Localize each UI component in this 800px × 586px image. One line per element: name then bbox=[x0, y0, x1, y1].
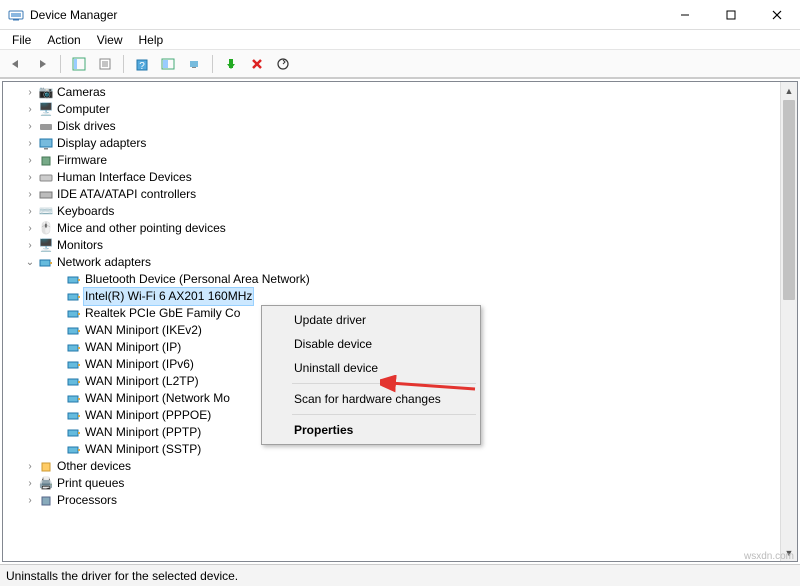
network-adapter-icon bbox=[65, 274, 83, 286]
watermark: wsxdn.com bbox=[744, 551, 794, 562]
network-adapter-icon bbox=[65, 376, 83, 388]
toolbar-separator bbox=[123, 55, 124, 73]
display-adapter-icon bbox=[37, 138, 55, 150]
expand-icon[interactable]: › bbox=[23, 220, 37, 237]
tree-node-other-devices[interactable]: › Other devices bbox=[7, 458, 797, 475]
network-adapter-icon bbox=[65, 393, 83, 405]
tree-node-firmware[interactable]: › Firmware bbox=[7, 152, 797, 169]
tree-node-print-queues[interactable]: › 🖨️ Print queues bbox=[7, 475, 797, 492]
tree-node-monitors[interactable]: › 🖥️ Monitors bbox=[7, 237, 797, 254]
toolbar-separator bbox=[60, 55, 61, 73]
vertical-scrollbar[interactable]: ▲ ▼ bbox=[780, 82, 797, 561]
tree-node-cameras[interactable]: › 📷 Cameras bbox=[7, 84, 797, 101]
context-separator bbox=[292, 383, 476, 384]
computer-icon: 🖥️ bbox=[37, 101, 55, 118]
toolbar-back-button[interactable] bbox=[4, 53, 28, 75]
network-adapter-icon bbox=[65, 342, 83, 354]
context-scan-hardware[interactable]: Scan for hardware changes bbox=[264, 387, 478, 411]
network-adapter-icon bbox=[65, 444, 83, 456]
menubar: File Action View Help bbox=[0, 30, 800, 50]
toolbar-scan-button[interactable] bbox=[271, 53, 295, 75]
mouse-icon: 🖱️ bbox=[37, 220, 55, 237]
keyboard-icon: ⌨️ bbox=[37, 203, 55, 220]
expand-icon[interactable]: › bbox=[23, 84, 37, 101]
status-text: Uninstalls the driver for the selected d… bbox=[6, 569, 238, 583]
expand-icon[interactable]: › bbox=[23, 169, 37, 186]
maximize-button[interactable] bbox=[708, 0, 754, 29]
context-menu: Update driver Disable device Uninstall d… bbox=[261, 305, 481, 445]
context-disable-device[interactable]: Disable device bbox=[264, 332, 478, 356]
context-update-driver[interactable]: Update driver bbox=[264, 308, 478, 332]
expand-icon[interactable]: › bbox=[23, 152, 37, 169]
menu-view[interactable]: View bbox=[89, 31, 131, 49]
printer-icon: 🖨️ bbox=[37, 475, 55, 492]
toolbar-help-button[interactable]: ? bbox=[130, 53, 154, 75]
context-separator bbox=[292, 414, 476, 415]
app-icon bbox=[8, 7, 24, 23]
menu-action[interactable]: Action bbox=[39, 31, 88, 49]
context-properties[interactable]: Properties bbox=[264, 418, 478, 442]
toolbar-uninstall-button[interactable] bbox=[245, 53, 269, 75]
menu-help[interactable]: Help bbox=[131, 31, 172, 49]
toolbar-showhide-button[interactable] bbox=[67, 53, 91, 75]
statusbar: Uninstalls the driver for the selected d… bbox=[0, 564, 800, 586]
toolbar-forward-button[interactable] bbox=[30, 53, 54, 75]
network-adapter-icon bbox=[65, 291, 83, 303]
expand-icon[interactable]: › bbox=[23, 458, 37, 475]
window-title: Device Manager bbox=[30, 8, 662, 22]
network-adapter-icon bbox=[65, 410, 83, 422]
toolbar-properties-button[interactable] bbox=[93, 53, 117, 75]
network-adapter-icon bbox=[65, 325, 83, 337]
tree-node-disk-drives[interactable]: › Disk drives bbox=[7, 118, 797, 135]
expand-icon[interactable]: › bbox=[23, 237, 37, 254]
tree-node-bluetooth-pan[interactable]: • Bluetooth Device (Personal Area Networ… bbox=[7, 271, 797, 288]
ide-icon bbox=[37, 190, 55, 200]
camera-icon: 📷 bbox=[37, 84, 55, 101]
titlebar: Device Manager bbox=[0, 0, 800, 30]
toolbar-enable-button[interactable] bbox=[219, 53, 243, 75]
other-devices-icon bbox=[37, 461, 55, 473]
expand-icon[interactable]: › bbox=[23, 101, 37, 118]
tree-node-intel-wifi[interactable]: • Intel(R) Wi-Fi 6 AX201 160MHz bbox=[7, 288, 797, 305]
tree-node-mice[interactable]: › 🖱️ Mice and other pointing devices bbox=[7, 220, 797, 237]
expand-icon[interactable]: › bbox=[23, 135, 37, 152]
toolbar-details-button[interactable] bbox=[156, 53, 180, 75]
menu-file[interactable]: File bbox=[4, 31, 39, 49]
expand-icon[interactable]: › bbox=[23, 186, 37, 203]
disk-icon bbox=[37, 122, 55, 132]
tree-node-computer[interactable]: › 🖥️ Computer bbox=[7, 101, 797, 118]
network-adapter-icon bbox=[65, 359, 83, 371]
hid-icon bbox=[37, 173, 55, 183]
tree-node-processors[interactable]: › Processors bbox=[7, 492, 797, 509]
toolbar: ? bbox=[0, 50, 800, 78]
tree-node-display-adapters[interactable]: › Display adapters bbox=[7, 135, 797, 152]
expand-icon[interactable]: › bbox=[23, 475, 37, 492]
tree-node-hid[interactable]: › Human Interface Devices bbox=[7, 169, 797, 186]
svg-text:?: ? bbox=[139, 61, 145, 71]
toolbar-update-button[interactable] bbox=[182, 53, 206, 75]
tree-node-keyboards[interactable]: › ⌨️ Keyboards bbox=[7, 203, 797, 220]
context-uninstall-device[interactable]: Uninstall device bbox=[264, 356, 478, 380]
network-adapter-icon bbox=[65, 427, 83, 439]
tree-node-network-adapters[interactable]: ⌄ Network adapters bbox=[7, 254, 797, 271]
network-adapter-icon bbox=[65, 308, 83, 320]
processor-icon bbox=[37, 495, 55, 507]
device-tree[interactable]: › 📷 Cameras › 🖥️ Computer › Disk drives … bbox=[3, 82, 797, 511]
expand-icon[interactable]: › bbox=[23, 492, 37, 509]
expand-icon[interactable]: › bbox=[23, 203, 37, 220]
tree-node-ide[interactable]: › IDE ATA/ATAPI controllers bbox=[7, 186, 797, 203]
monitor-icon: 🖥️ bbox=[37, 237, 55, 254]
scroll-thumb[interactable] bbox=[783, 100, 795, 300]
scroll-up-icon[interactable]: ▲ bbox=[781, 82, 797, 99]
collapse-icon[interactable]: ⌄ bbox=[23, 254, 37, 271]
toolbar-separator bbox=[212, 55, 213, 73]
close-button[interactable] bbox=[754, 0, 800, 29]
expand-icon[interactable]: › bbox=[23, 118, 37, 135]
minimize-button[interactable] bbox=[662, 0, 708, 29]
network-adapter-icon bbox=[37, 257, 55, 269]
firmware-icon bbox=[37, 155, 55, 167]
